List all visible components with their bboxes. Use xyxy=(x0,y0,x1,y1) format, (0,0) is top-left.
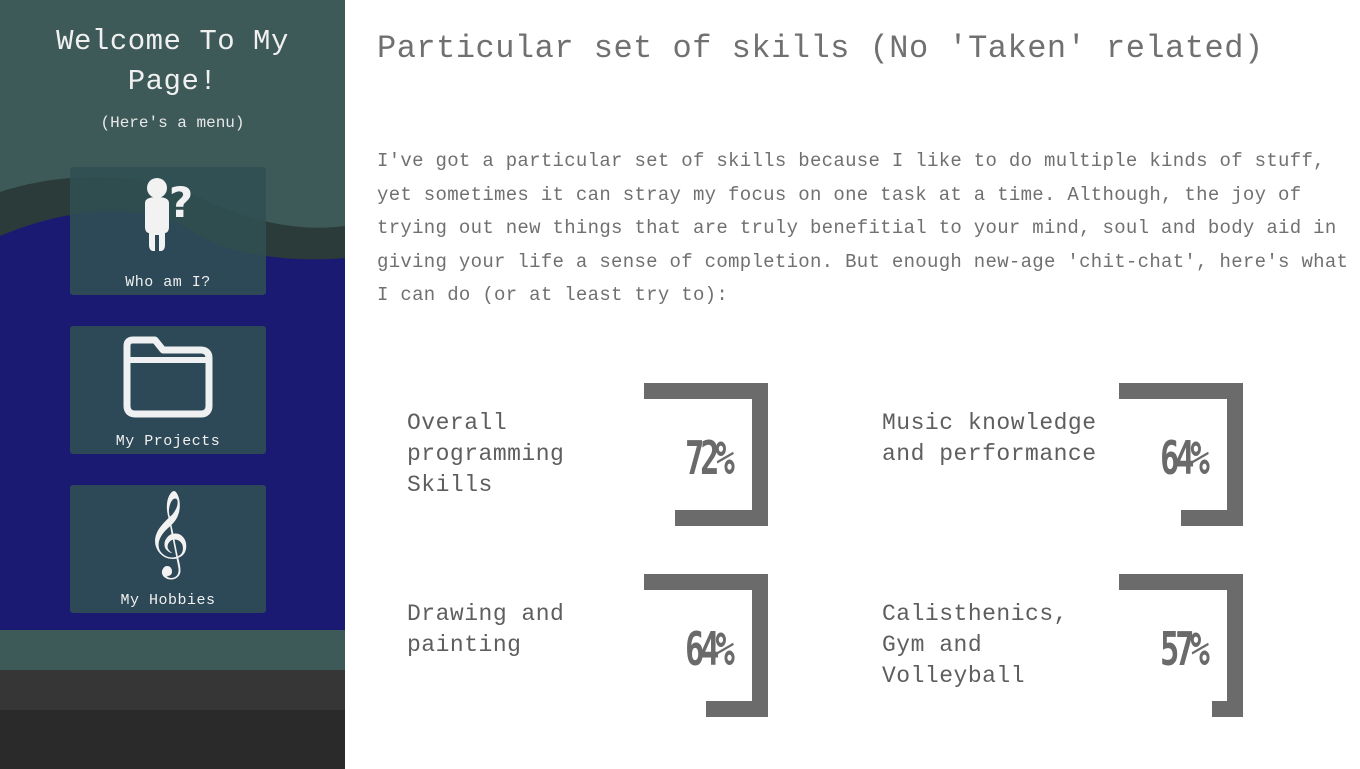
skill-drawing: Drawing and painting 64% xyxy=(407,574,807,724)
skill-name: Drawing and painting xyxy=(407,601,565,658)
skill-percent: 72% xyxy=(685,431,735,485)
menu-item-my-projects[interactable]: My Projects xyxy=(70,326,266,454)
treble-clef-icon: 𝄞 xyxy=(146,490,190,576)
sidebar: Welcome To My Page! (Here's a menu) ? Wh… xyxy=(0,0,345,769)
intro-paragraph: I've got a particular set of skills beca… xyxy=(377,150,1349,307)
skill-percent: 64% xyxy=(685,622,735,676)
sidebar-subtitle: (Here's a menu) xyxy=(100,114,245,132)
sidebar-header: Welcome To My Page! (Here's a menu) xyxy=(0,22,345,132)
skill-calisthenics: Calisthenics, Gym and Volleyball 57% xyxy=(882,574,1282,724)
svg-text:?: ? xyxy=(169,178,193,227)
skill-percent: 57% xyxy=(1160,622,1210,676)
sidebar-title: Welcome To My Page! xyxy=(56,25,289,98)
menu-item-my-hobbies[interactable]: 𝄞 My Hobbies xyxy=(70,485,266,613)
skill-music: Music knowledge and performance 64% xyxy=(882,383,1282,533)
skill-programming: Overall programming Skills 72% xyxy=(407,383,807,533)
skill-name: Music knowledge and performance xyxy=(882,410,1097,467)
folder-icon xyxy=(70,332,266,418)
menu-item-label: My Hobbies xyxy=(120,592,216,609)
skill-name: Overall programming Skills xyxy=(407,410,565,498)
skill-percent: 64% xyxy=(1160,431,1210,485)
page-title: Particular set of skills (No 'Taken' rel… xyxy=(377,30,1264,67)
skill-name: Calisthenics, Gym and Volleyball xyxy=(882,601,1068,689)
menu-item-who-am-i[interactable]: ? Who am I? xyxy=(70,167,266,295)
menu-item-label: Who am I? xyxy=(125,274,211,291)
main-content: Particular set of skills (No 'Taken' rel… xyxy=(345,0,1360,769)
menu-item-label: My Projects xyxy=(115,433,221,450)
person-question-icon: ? xyxy=(70,175,266,251)
